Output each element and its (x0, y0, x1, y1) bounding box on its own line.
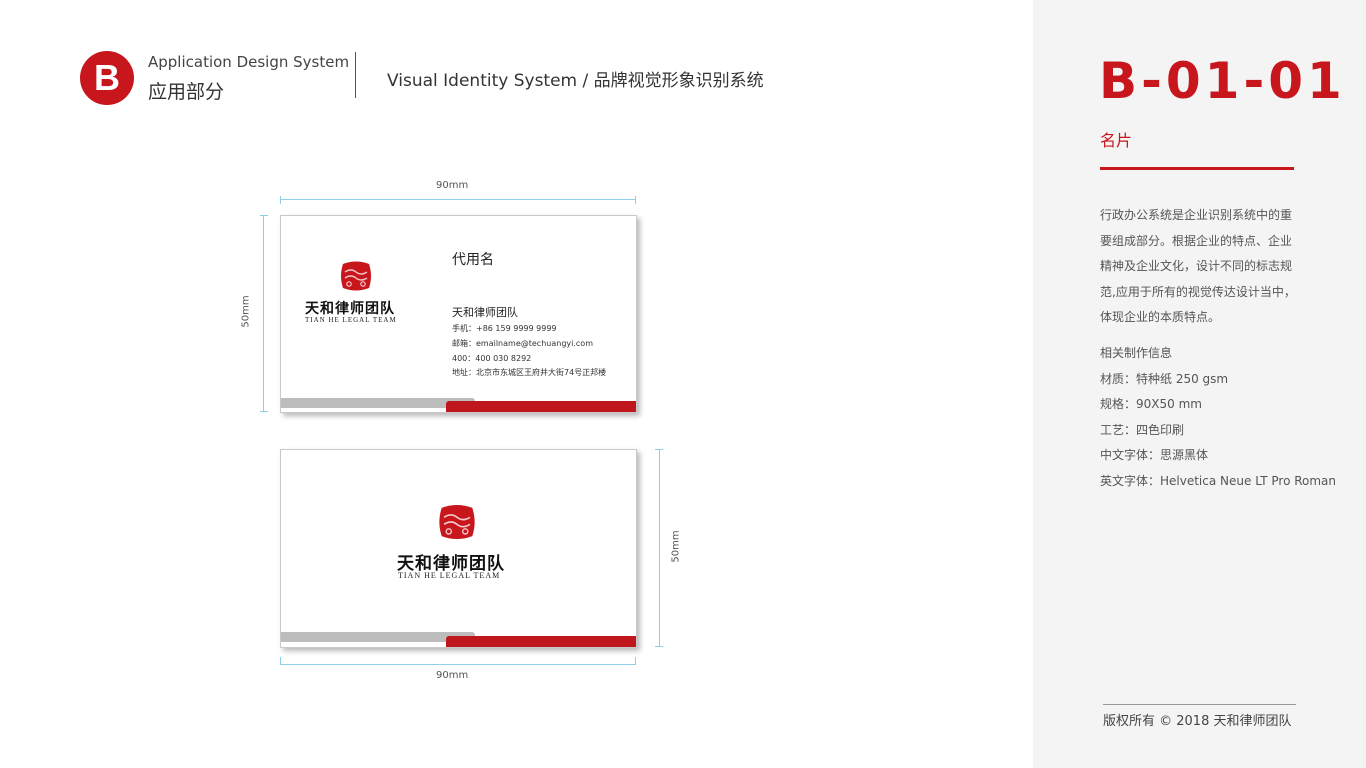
card-holder-name: 代用名 (452, 252, 494, 268)
section-badge: B (80, 51, 134, 105)
dim-tick (655, 646, 663, 647)
back-height-line (659, 449, 660, 647)
red-stripe (446, 401, 636, 412)
description-line: 要组成部分。根据企业的特点、企业 (1100, 234, 1293, 248)
dim-tick (260, 215, 268, 216)
page-section-name: 名片 (1100, 131, 1133, 150)
description-line: 精神及企业文化，设计不同的标志规 (1100, 259, 1293, 273)
logo-mark-icon (439, 504, 475, 540)
spec-item: 中文字体：思源黑体 (1100, 448, 1209, 462)
card-email: 邮箱：emailname@techuangyi.com (452, 339, 593, 348)
vis-title: Visual Identity System / 品牌视觉形象识别系统 (387, 71, 764, 91)
dim-tick (635, 657, 636, 665)
spec-item: 工艺：四色印刷 (1100, 423, 1185, 437)
back-width-label: 90mm (436, 670, 469, 681)
page-code: B-01-01 (1099, 52, 1346, 110)
front-height-line (263, 215, 264, 412)
back-width-line (280, 664, 636, 665)
logo-text-en: TIAN HE LEGAL TEAM (398, 571, 501, 580)
spec-item: 材质：特种纸 250 gsm (1100, 372, 1229, 386)
back-height-label: 50mm (670, 530, 682, 563)
dim-tick (280, 657, 281, 665)
spec-item: 英文字体：Helvetica Neue LT Pro Roman (1100, 474, 1337, 488)
front-height-label: 50mm (240, 295, 252, 328)
logo-text-cn: 天和律师团队 (305, 301, 395, 317)
spec-item: 规格：90X50 mm (1100, 397, 1202, 411)
card-phone: 手机：+86 159 9999 9999 (452, 324, 557, 333)
section-title-en: Application Design System (148, 53, 350, 71)
front-width-label: 90mm (436, 180, 469, 191)
accent-rule (1100, 167, 1294, 170)
footer-rule (1103, 704, 1296, 705)
business-card-back: 天和律师团队 TIAN HE LEGAL TEAM (280, 449, 637, 648)
header-divider (355, 52, 356, 98)
business-card-front: 天和律师团队 TIAN HE LEGAL TEAM 代用名 天和律师团队 手机：… (280, 215, 637, 413)
logo-text-en: TIAN HE LEGAL TEAM (305, 316, 397, 324)
description-line: 行政办公系统是企业识别系统中的重 (1100, 208, 1293, 222)
red-stripe (446, 636, 636, 647)
dim-tick (655, 449, 663, 450)
card-company: 天和律师团队 (452, 306, 518, 319)
dim-tick (280, 196, 281, 204)
spec-title: 相关制作信息 (1100, 346, 1173, 360)
copyright-footer: 版权所有 © 2018 天和律师团队 (1103, 714, 1292, 729)
logo-mark-icon (341, 261, 371, 291)
front-width-line (280, 199, 636, 200)
description-line: 体现企业的本质特点。 (1100, 310, 1221, 324)
description-line: 范,应用于所有的视觉传达设计当中， (1100, 285, 1296, 299)
dim-tick (635, 196, 636, 204)
card-hotline: 400：400 030 8292 (452, 354, 532, 363)
section-title-cn: 应用部分 (148, 81, 225, 103)
dim-tick (260, 411, 268, 412)
card-address: 地址：北京市东城区王府井大街74号正邦楼 (452, 368, 607, 377)
